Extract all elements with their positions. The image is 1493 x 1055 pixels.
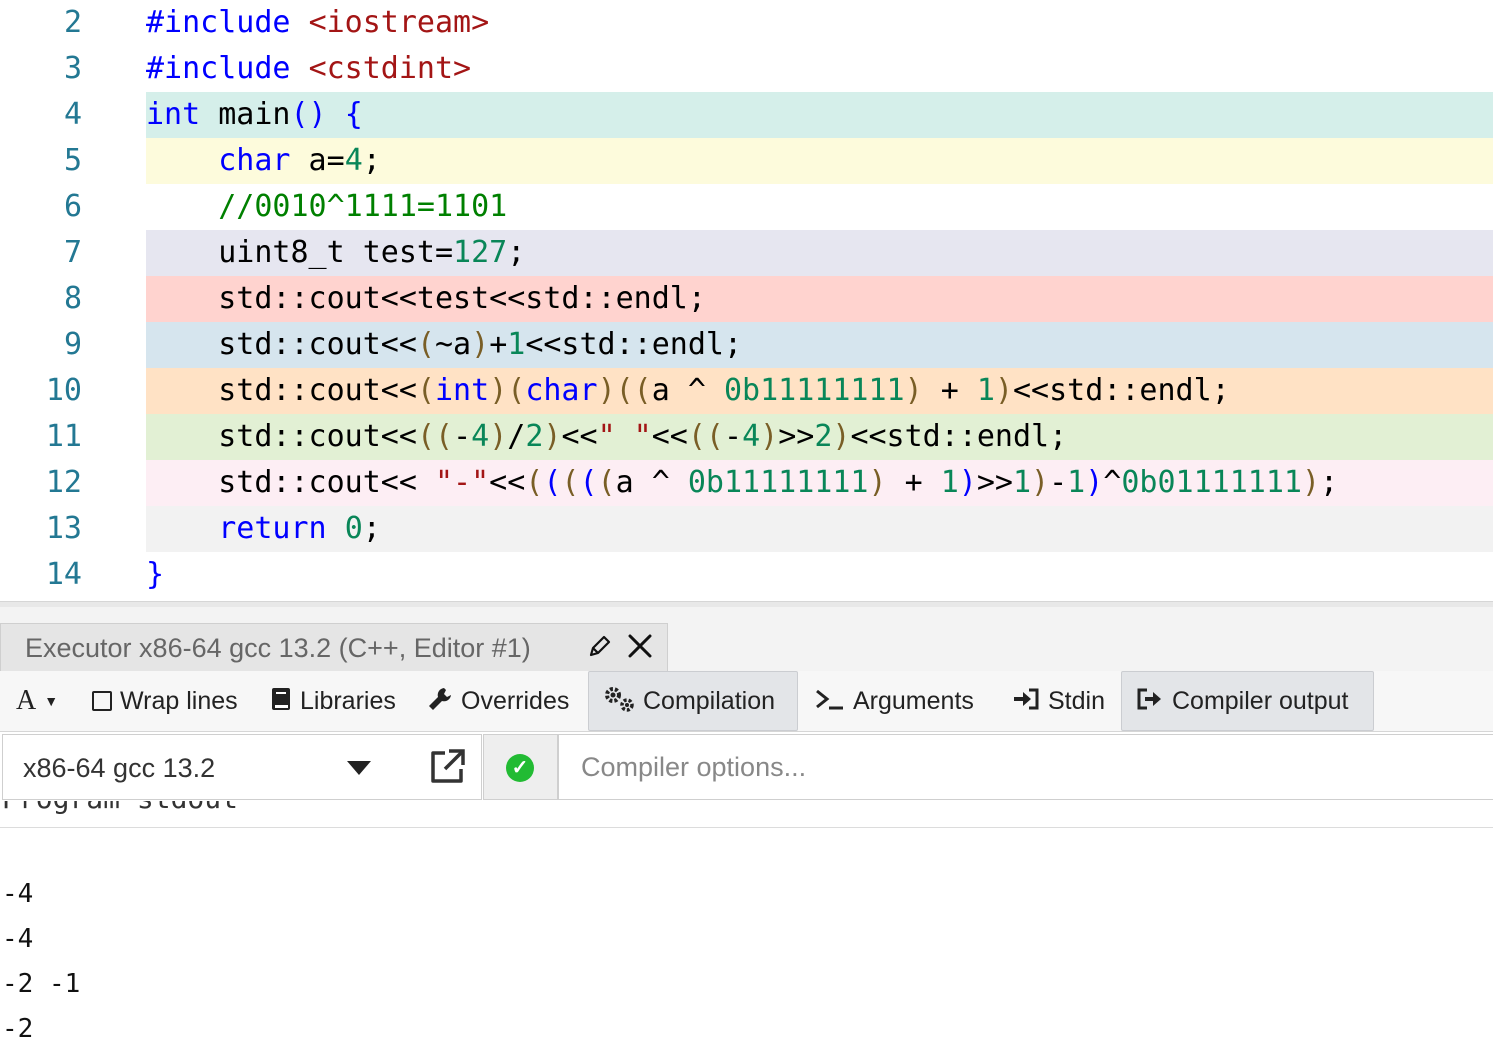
executor-toolbar: A ▼ Wrap lines Libraries Overrides Compi… xyxy=(0,671,1493,732)
line-code[interactable]: std::cout<<test<<std::endl; xyxy=(146,276,706,322)
code-editor[interactable]: 2 #include <iostream> 3 #include <cstdin… xyxy=(0,0,1493,602)
line-number: 3 xyxy=(63,51,82,86)
line-code[interactable]: //0010^1111=1101 xyxy=(146,184,507,230)
code-line[interactable]: 14 } xyxy=(0,552,1493,598)
line-number: 2 xyxy=(63,5,82,40)
book-icon xyxy=(270,687,292,716)
checkbox-icon[interactable] xyxy=(92,691,112,711)
stdin-button[interactable]: Stdin xyxy=(1012,671,1105,731)
code-line[interactable]: 13 return 0; xyxy=(0,506,1493,552)
line-number: 10 xyxy=(45,373,82,408)
line-code[interactable]: std::cout<<((-4)/2)<<" "<<((-4)>>2)<<std… xyxy=(146,414,1067,460)
output-line: -2 -1 xyxy=(2,969,81,999)
compiler-output-label: Compiler output xyxy=(1172,686,1349,715)
overrides-button[interactable]: Overrides xyxy=(427,671,569,731)
wrap-lines-label: Wrap lines xyxy=(120,686,238,715)
pencil-icon[interactable] xyxy=(585,633,615,663)
pane-title: Executor x86-64 gcc 13.2 (C++, Editor #1… xyxy=(25,633,531,663)
line-number: 8 xyxy=(63,281,82,316)
line-number: 7 xyxy=(63,235,82,270)
wrap-lines-toggle[interactable]: Wrap lines xyxy=(92,671,238,731)
chevron-down-icon[interactable] xyxy=(347,761,371,775)
line-number: 6 xyxy=(63,189,82,224)
compiler-output-button[interactable]: Compiler output xyxy=(1121,671,1374,731)
arguments-label: Arguments xyxy=(853,686,974,715)
wrench-icon xyxy=(427,686,453,717)
libraries-button[interactable]: Libraries xyxy=(270,671,396,731)
line-code[interactable]: } xyxy=(146,552,164,598)
line-number: 11 xyxy=(45,419,82,454)
executor-tab[interactable]: Executor x86-64 gcc 13.2 (C++, Editor #1… xyxy=(0,623,668,671)
output-heading: Program stdout xyxy=(2,801,238,819)
output-line: -2 xyxy=(2,1014,34,1044)
pane-header: Executor x86-64 gcc 13.2 (C++, Editor #1… xyxy=(0,607,1493,672)
line-number: 9 xyxy=(63,327,82,362)
line-code[interactable]: char a=4; xyxy=(146,138,381,184)
cogs-icon xyxy=(603,686,635,717)
code-line[interactable]: 5 char a=4; xyxy=(0,138,1493,184)
compiler-options-input[interactable] xyxy=(558,734,1493,800)
line-number: 14 xyxy=(45,557,82,592)
external-link-icon[interactable] xyxy=(413,745,479,791)
line-number: 13 xyxy=(45,511,82,546)
libraries-label: Libraries xyxy=(300,686,396,715)
terminal-icon xyxy=(815,687,845,716)
font-size-button[interactable]: A ▼ xyxy=(16,671,58,731)
caret-down-icon: ▼ xyxy=(44,693,59,709)
code-line[interactable]: 6 //0010^1111=1101 xyxy=(0,184,1493,230)
line-code[interactable]: int main() { xyxy=(146,92,363,138)
sign-in-icon xyxy=(1012,687,1040,716)
code-line[interactable]: 11 std::cout<<((-4)/2)<<" "<<((-4)>>2)<<… xyxy=(0,414,1493,460)
line-code[interactable]: std::cout<< "-"<<(((((a ^ 0b11111111) + … xyxy=(146,460,1338,506)
line-number: 12 xyxy=(45,465,82,500)
code-line[interactable]: 12 std::cout<< "-"<<(((((a ^ 0b11111111)… xyxy=(0,460,1493,506)
code-line[interactable]: 9 std::cout<<(~a)+1<<std::endl; xyxy=(0,322,1493,368)
line-code[interactable]: return 0; xyxy=(146,506,381,552)
sign-out-icon xyxy=(1136,687,1164,716)
program-output: Program stdout -4 -4 -2 -1 -2 xyxy=(0,801,1493,1055)
line-code[interactable]: #include <iostream> xyxy=(146,0,489,46)
font-label: A xyxy=(16,685,37,716)
compiler-picker[interactable]: x86-64 gcc 13.2 xyxy=(2,734,482,800)
code-line[interactable]: 2 #include <iostream> xyxy=(0,0,1493,46)
close-icon[interactable] xyxy=(625,633,655,663)
divider xyxy=(0,827,1493,828)
arguments-button[interactable]: Arguments xyxy=(815,671,974,731)
check-circle-icon: ✓ xyxy=(506,754,534,782)
line-code[interactable]: #include <cstdint> xyxy=(146,46,471,92)
overrides-label: Overrides xyxy=(461,686,570,715)
code-line[interactable]: 4 int main() { xyxy=(0,92,1493,138)
stdin-label: Stdin xyxy=(1048,686,1105,715)
compilation-button[interactable]: Compilation xyxy=(588,671,798,731)
code-line[interactable]: 8 std::cout<<test<<std::endl; xyxy=(0,276,1493,322)
output-line: -4 xyxy=(2,879,34,909)
line-code[interactable]: std::cout<<(int)(char)((a ^ 0b11111111) … xyxy=(146,368,1230,414)
compiler-row: x86-64 gcc 13.2 ✓ xyxy=(0,733,1493,802)
line-code[interactable]: uint8_t test=127; xyxy=(146,230,525,276)
code-line[interactable]: 10 std::cout<<(int)(char)((a ^ 0b1111111… xyxy=(0,368,1493,414)
compile-status[interactable]: ✓ xyxy=(483,734,558,800)
line-number: 4 xyxy=(63,97,82,132)
code-line[interactable]: 3 #include <cstdint> xyxy=(0,46,1493,92)
compiler-name: x86-64 gcc 13.2 xyxy=(23,753,216,783)
compilation-label: Compilation xyxy=(643,686,776,715)
line-number: 5 xyxy=(63,143,82,178)
output-line: -4 xyxy=(2,924,34,954)
code-line[interactable]: 7 uint8_t test=127; xyxy=(0,230,1493,276)
line-code[interactable]: std::cout<<(~a)+1<<std::endl; xyxy=(146,322,742,368)
